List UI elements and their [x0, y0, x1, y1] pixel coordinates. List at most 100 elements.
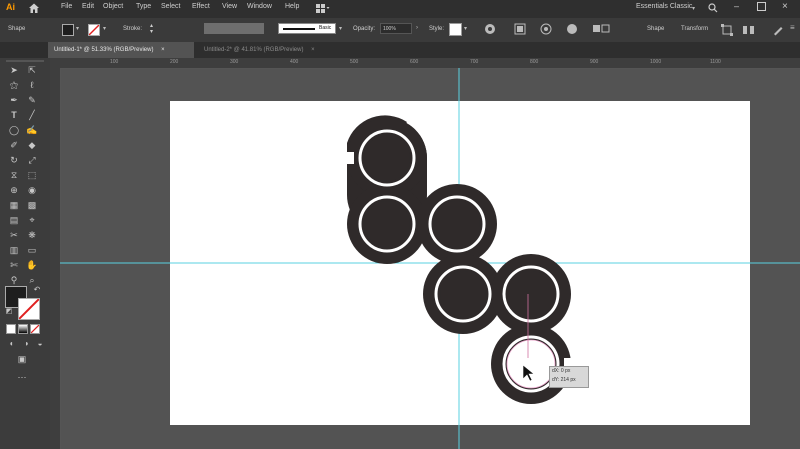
menu-edit[interactable]: Edit: [82, 3, 94, 10]
default-fill-stroke-icon[interactable]: ◩: [2, 306, 16, 318]
shape-builder-tool-icon[interactable]: ⊕: [7, 184, 21, 196]
width-tool-icon[interactable]: ⧖: [7, 169, 21, 181]
free-transform-tool-icon[interactable]: ⬚: [25, 169, 39, 181]
stroke-weight-stepper[interactable]: ▴ ▾: [150, 23, 153, 35]
canvas-area[interactable]: 100 200 300 400 500 600 700 800 900 1000…: [50, 58, 800, 449]
chevron-right-icon[interactable]: ›: [416, 25, 418, 31]
menu-select[interactable]: Select: [161, 3, 180, 10]
menu-window[interactable]: Window: [247, 3, 272, 10]
tab-untitled-1[interactable]: Untitled-1* @ 51.33% (RGB/Preview) ×: [48, 42, 194, 58]
measure-dx: dX: 0 px: [552, 368, 571, 374]
graphic-style-swatch[interactable]: [449, 23, 462, 36]
lasso-tool-icon[interactable]: ℓ: [25, 79, 39, 91]
paintbrush-tool-icon[interactable]: ✍: [25, 124, 39, 136]
menu-object[interactable]: Object: [103, 3, 123, 10]
perspective-grid-tool-icon[interactable]: ▦: [7, 199, 21, 211]
eyedropper-tool-icon[interactable]: ⌖: [25, 214, 39, 226]
tab-label: Untitled-1* @ 51.33% (RGB/Preview): [54, 47, 154, 53]
selection-type-label: Shape: [8, 26, 26, 32]
brush-options-icon[interactable]: [772, 24, 784, 38]
menu-help[interactable]: Help: [285, 3, 299, 10]
pen-tool-icon[interactable]: ✒: [7, 94, 21, 106]
home-icon[interactable]: [28, 2, 40, 14]
symbol-sprayer-tool-icon[interactable]: ❋: [25, 229, 39, 241]
panel-menu-icon[interactable]: ≡: [790, 23, 795, 32]
mesh-tool-icon[interactable]: ▩: [25, 199, 39, 211]
slice-tool-icon[interactable]: ✄: [7, 259, 21, 271]
fill-color-swatch[interactable]: [62, 24, 74, 36]
swap-fill-stroke-icon[interactable]: ↶: [30, 284, 44, 296]
select-similar-icon[interactable]: [592, 23, 610, 37]
scale-tool-icon[interactable]: ⤢: [25, 154, 39, 166]
column-graph-tool-icon[interactable]: ▥: [7, 244, 21, 256]
search-icon[interactable]: [708, 3, 718, 15]
stroke-label: Stroke:: [123, 26, 143, 32]
chevron-down-icon[interactable]: ▾: [692, 5, 695, 12]
workspace-switcher[interactable]: Essentials Classic: [636, 3, 692, 10]
recolor-artwork-icon[interactable]: [484, 23, 496, 37]
align-icon[interactable]: [514, 23, 526, 37]
draw-inside-icon[interactable]: ◒: [33, 338, 47, 350]
type-tool-icon[interactable]: T: [7, 109, 21, 121]
close-button[interactable]: ×: [782, 1, 788, 12]
document-tab-bar: Untitled-1* @ 51.33% (RGB/Preview) × Unt…: [0, 42, 800, 58]
brush-definition[interactable]: Basic: [278, 23, 336, 34]
measure-tooltip: dX: 0 px dY: 214 px: [549, 366, 589, 388]
menu-bar: Ai File Edit Object Type Select Effect V…: [0, 0, 800, 18]
shaper-tool-icon[interactable]: ✐: [7, 139, 21, 151]
transform-icon[interactable]: [721, 24, 733, 38]
opacity-input[interactable]: 100%: [380, 23, 412, 34]
color-mode-icon[interactable]: [6, 324, 16, 334]
distribute-icon[interactable]: [742, 24, 756, 38]
direct-selection-tool-icon[interactable]: ⇱: [25, 64, 39, 76]
toolbox-grip[interactable]: [6, 60, 44, 62]
artwork-svg: [60, 68, 800, 449]
tab-label: Untitled-2* @ 41.81% (RGB/Preview): [204, 47, 304, 53]
draw-normal-icon[interactable]: ◐: [5, 338, 19, 350]
edit-toolbar-icon[interactable]: ⋯: [15, 371, 29, 383]
selection-tool-icon[interactable]: ➤: [7, 64, 21, 76]
eraser-tool-icon[interactable]: ◆: [25, 139, 39, 151]
style-label: Style:: [429, 26, 445, 32]
line-segment-tool-icon[interactable]: ╱: [25, 109, 39, 121]
menu-effect[interactable]: Effect: [192, 3, 210, 10]
maximize-button[interactable]: [757, 2, 766, 11]
app-logo: Ai: [6, 2, 15, 12]
ellipse-tool-icon[interactable]: ◯: [7, 124, 21, 136]
menu-type[interactable]: Type: [136, 3, 151, 10]
menu-view[interactable]: View: [222, 3, 237, 10]
draw-behind-icon[interactable]: ◑: [19, 338, 33, 350]
screen-mode-icon[interactable]: ▣: [15, 353, 29, 365]
chevron-down-icon[interactable]: ▾: [76, 25, 79, 32]
close-icon[interactable]: ×: [311, 47, 315, 53]
gradient-mode-icon[interactable]: [18, 324, 28, 334]
blend-tool-icon[interactable]: ✂: [7, 229, 21, 241]
magic-wand-tool-icon[interactable]: ⚝: [7, 79, 21, 91]
none-mode-icon[interactable]: [30, 324, 40, 334]
artboard-tool-icon[interactable]: ▭: [25, 244, 39, 256]
stroke-color-swatch[interactable]: [88, 24, 100, 36]
isolate-icon[interactable]: [540, 23, 552, 37]
spiral-gap: [342, 152, 354, 164]
tools-panel: ➤ ⇱ ⚝ ℓ ✒ ✎ T ╱ ◯ ✍ ✐ ◆ ↻ ⤢ ⧖ ⬚ ⊕ ◉ ▦ ▩ …: [0, 58, 51, 449]
menu-file[interactable]: File: [61, 3, 72, 10]
workspace-layout-icon[interactable]: [316, 4, 330, 14]
chevron-down-icon[interactable]: ▾: [339, 25, 342, 32]
close-icon[interactable]: ×: [161, 47, 165, 53]
rotate-tool-icon[interactable]: ↻: [7, 154, 21, 166]
hand-tool-icon[interactable]: ✋: [25, 259, 39, 271]
minimize-button[interactable]: –: [734, 1, 739, 11]
chevron-down-icon[interactable]: ▾: [464, 25, 467, 32]
transform-panel-button[interactable]: Transform: [681, 26, 708, 32]
variable-width-profile[interactable]: [204, 23, 264, 34]
live-paint-tool-icon[interactable]: ◉: [25, 184, 39, 196]
curvature-tool-icon[interactable]: ✎: [25, 94, 39, 106]
edit-contents-icon[interactable]: [566, 23, 578, 37]
gradient-tool-icon[interactable]: ▤: [7, 214, 21, 226]
chevron-down-icon[interactable]: ▾: [103, 25, 106, 32]
stroke-swatch[interactable]: [18, 298, 40, 320]
shape-panel-button[interactable]: Shape: [647, 26, 664, 32]
stroke-weight-input[interactable]: [158, 23, 198, 34]
tab-untitled-2[interactable]: Untitled-2* @ 41.81% (RGB/Preview) ×: [198, 42, 356, 58]
zoom-tool-icon[interactable]: ⚲: [7, 274, 21, 286]
